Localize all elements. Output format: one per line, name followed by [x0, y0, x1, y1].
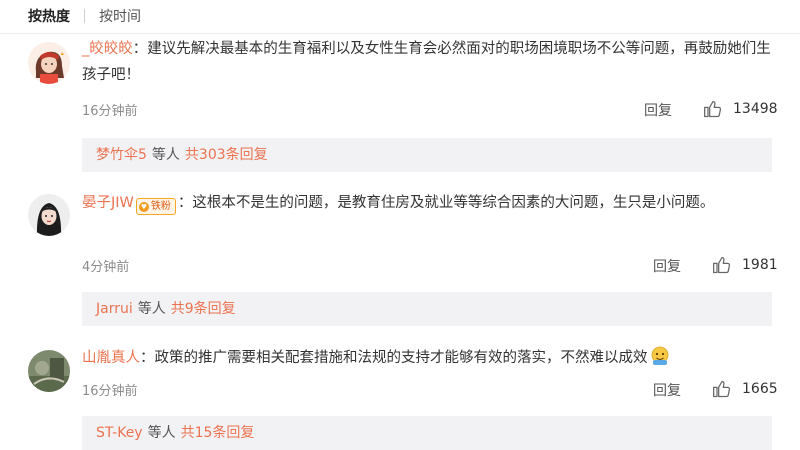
- reply-button[interactable]: 回复: [653, 256, 681, 276]
- sub-replies-summary[interactable]: ST-Key 等人 共15条回复: [82, 416, 772, 450]
- avatar[interactable]: [28, 42, 70, 84]
- sub-reply-etc: 等人: [147, 425, 176, 441]
- sub-reply-etc: 等人: [137, 301, 166, 317]
- tab-divider: [84, 9, 85, 23]
- thumbs-up-icon: [713, 380, 731, 398]
- avatar-photo-icon: [28, 350, 70, 392]
- avatar-portrait-icon: [28, 194, 70, 236]
- sub-reply-etc: 等人: [151, 147, 180, 163]
- sub-reply-user[interactable]: 梦竹伞5: [96, 147, 147, 163]
- comment-body: _皎皎皎：建议先解决最基本的生育福利以及女性生育会必然面对的职场困境职场不公等问…: [82, 41, 771, 83]
- comment-timestamp: 16分钟前: [82, 384, 138, 399]
- sort-tabs: 按热度 按时间: [28, 5, 141, 27]
- fan-badge-label: 铁粉: [150, 201, 171, 212]
- thumbs-up-icon: [713, 256, 731, 274]
- reply-button[interactable]: 回复: [644, 100, 672, 120]
- heart-icon: ♥: [138, 202, 149, 212]
- comment-text: 建议先解决最基本的生育福利以及女性生育会必然面对的职场困境职场不公等问题，再鼓励…: [82, 41, 771, 83]
- sub-reply-total[interactable]: 共303条回复: [185, 147, 268, 163]
- thumbs-up-icon: [704, 100, 722, 118]
- comment-username[interactable]: 山胤真人: [82, 350, 140, 366]
- comment-text: 这根本不是生的问题，是教育住房及就业等等综合因素的大问题，生只是小问题。: [192, 195, 715, 211]
- emoji-face-icon: [651, 346, 668, 365]
- comment-text: 政策的推广需要相关配套措施和法规的支持才能够有效的落实，不然难以成效: [154, 350, 648, 366]
- like-button[interactable]: 1665: [712, 379, 778, 399]
- sub-reply-total[interactable]: 共15条回复: [181, 425, 255, 441]
- comment-timestamp: 4分钟前: [82, 260, 130, 275]
- like-count: 13498: [733, 101, 778, 117]
- comment-username[interactable]: _皎皎皎: [82, 41, 133, 57]
- tab-by-time[interactable]: 按时间: [99, 6, 141, 26]
- avatar-illustration-icon: [28, 42, 70, 84]
- like-count: 1665: [742, 381, 778, 397]
- sub-reply-user[interactable]: ST-Key: [96, 425, 143, 441]
- sub-reply-user[interactable]: Jarrui: [96, 301, 133, 317]
- tab-by-popularity[interactable]: 按热度: [28, 6, 70, 26]
- comment-timestamp: 16分钟前: [82, 104, 138, 119]
- comment-body: 山胤真人：政策的推广需要相关配套措施和法规的支持才能够有效的落实，不然难以成效: [82, 345, 782, 371]
- comment-username[interactable]: 晏子JIW: [82, 195, 134, 211]
- header-divider: [0, 33, 800, 34]
- avatar[interactable]: [28, 194, 70, 236]
- sub-reply-total[interactable]: 共9条回复: [171, 301, 236, 317]
- reply-button[interactable]: 回复: [653, 380, 681, 400]
- sub-replies-summary[interactable]: 梦竹伞5 等人 共303条回复: [82, 138, 772, 172]
- sub-replies-summary[interactable]: Jarrui 等人 共9条回复: [82, 292, 772, 326]
- comment-body: 晏子JIW ♥ 铁粉 ：这根本不是生的问题，是教育住房及就业等等综合因素的大问题，生只…: [82, 190, 782, 216]
- like-button[interactable]: 13498: [703, 99, 778, 119]
- like-button[interactable]: 1981: [712, 255, 778, 275]
- like-count: 1981: [742, 257, 778, 273]
- avatar[interactable]: [28, 350, 70, 392]
- fan-badge: ♥ 铁粉: [135, 198, 176, 215]
